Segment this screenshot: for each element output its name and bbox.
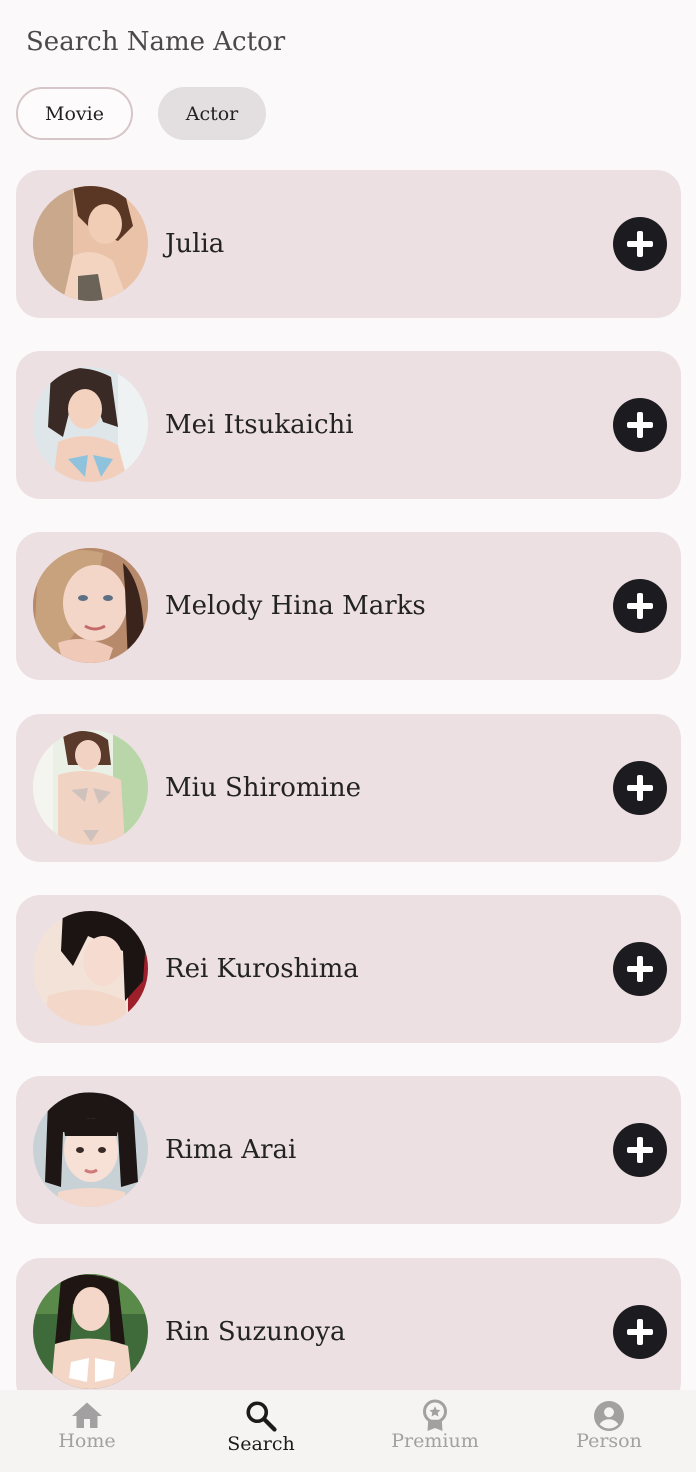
actor-name: Rima Arai xyxy=(165,1135,297,1165)
nav-premium-label: Premium xyxy=(391,1430,479,1452)
actor-avatar xyxy=(33,730,148,845)
search-bar xyxy=(0,0,696,84)
search-icon xyxy=(246,1401,277,1432)
award-badge-icon xyxy=(423,1399,447,1431)
bottom-navigation: Home Search Premium Person xyxy=(0,1390,696,1472)
actor-name: Mei Itsukaichi xyxy=(165,410,354,440)
filter-chip-movie[interactable]: Movie xyxy=(16,87,133,140)
actor-name: Miu Shiromine xyxy=(165,773,362,803)
actor-avatar xyxy=(33,548,148,663)
nav-premium[interactable]: Premium xyxy=(348,1390,522,1472)
add-button[interactable] xyxy=(613,398,667,452)
actor-avatar xyxy=(33,911,148,1026)
search-input[interactable] xyxy=(26,20,626,64)
actor-card[interactable]: Rei Kuroshima xyxy=(16,895,681,1043)
add-button[interactable] xyxy=(613,579,667,633)
add-button[interactable] xyxy=(613,1123,667,1177)
add-button[interactable] xyxy=(613,942,667,996)
nav-home[interactable]: Home xyxy=(0,1390,174,1472)
filter-chip-actor[interactable]: Actor xyxy=(158,87,266,140)
actor-card[interactable]: Julia xyxy=(16,170,681,318)
add-button[interactable] xyxy=(613,217,667,271)
nav-person-label: Person xyxy=(576,1430,642,1452)
search-screen: Movie Actor Julia xyxy=(0,0,696,1472)
actor-card[interactable]: Mei Itsukaichi xyxy=(16,351,681,499)
actor-avatar xyxy=(33,1092,148,1207)
actor-card[interactable]: Miu Shiromine xyxy=(16,714,681,862)
actor-name: Melody Hina Marks xyxy=(165,591,426,621)
actor-avatar xyxy=(33,367,148,482)
nav-search-label: Search xyxy=(227,1433,295,1455)
actor-card[interactable]: Melody Hina Marks xyxy=(16,532,681,680)
add-button[interactable] xyxy=(613,1305,667,1359)
home-icon xyxy=(72,1402,102,1428)
nav-search[interactable]: Search xyxy=(174,1390,348,1472)
actor-name: Julia xyxy=(165,229,225,259)
actor-avatar xyxy=(33,186,148,301)
nav-person[interactable]: Person xyxy=(522,1390,696,1472)
actor-card[interactable]: Rima Arai xyxy=(16,1076,681,1224)
actor-avatar xyxy=(33,1274,148,1389)
actor-name: Rin Suzunoya xyxy=(165,1317,346,1347)
add-button[interactable] xyxy=(613,761,667,815)
actor-card[interactable]: Rin Suzunoya xyxy=(16,1258,681,1406)
account-circle-icon xyxy=(594,1401,624,1431)
nav-home-label: Home xyxy=(58,1430,116,1452)
filter-chips: Movie Actor xyxy=(16,87,266,140)
actor-name: Rei Kuroshima xyxy=(165,954,359,984)
